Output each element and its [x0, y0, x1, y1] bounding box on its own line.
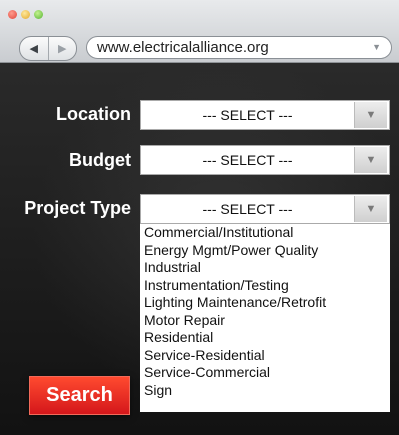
forward-icon[interactable]: ▶ [47, 37, 77, 60]
project-type-label: Project Type [24, 198, 131, 218]
zoom-window-button[interactable] [34, 10, 43, 19]
option-lighting-maintenance[interactable]: Lighting Maintenance/Retrofit [144, 294, 386, 312]
budget-select-value: --- SELECT --- [202, 152, 293, 168]
browser-window: ◀ ▶ www.electricalalliance.org ▼ Locatio… [0, 0, 399, 435]
option-energy-mgmt[interactable]: Energy Mgmt/Power Quality [144, 242, 386, 260]
minimize-window-button[interactable] [21, 10, 30, 19]
location-select[interactable]: --- SELECT --- ▼ [140, 100, 390, 130]
option-commercial-institutional[interactable]: Commercial/Institutional [144, 224, 386, 242]
option-residential[interactable]: Residential [144, 329, 386, 347]
chevron-down-icon[interactable]: ▼ [354, 102, 387, 128]
option-sign[interactable]: Sign [144, 382, 386, 400]
url-text: www.electricalalliance.org [97, 39, 269, 56]
option-instrumentation-testing[interactable]: Instrumentation/Testing [144, 277, 386, 295]
url-dropdown-icon[interactable]: ▼ [372, 37, 381, 58]
budget-select[interactable]: --- SELECT --- ▼ [140, 145, 390, 175]
browser-toolbar: ◀ ▶ www.electricalalliance.org ▼ [0, 0, 399, 63]
address-bar[interactable]: www.electricalalliance.org ▼ [86, 36, 392, 59]
close-window-button[interactable] [8, 10, 17, 19]
nav-buttons: ◀ ▶ [19, 36, 77, 61]
back-icon[interactable]: ◀ [20, 37, 48, 60]
chevron-down-icon[interactable]: ▼ [354, 147, 387, 173]
option-industrial[interactable]: Industrial [144, 259, 386, 277]
project-type-select[interactable]: --- SELECT --- ▼ [140, 194, 390, 224]
option-motor-repair[interactable]: Motor Repair [144, 312, 386, 330]
location-select-value: --- SELECT --- [202, 107, 293, 123]
location-label: Location [56, 104, 131, 124]
budget-label: Budget [69, 150, 131, 170]
chevron-down-icon[interactable]: ▼ [354, 196, 387, 222]
search-button[interactable]: Search [29, 376, 130, 415]
project-type-select-value: --- SELECT --- [202, 201, 293, 217]
option-service-residential[interactable]: Service-Residential [144, 347, 386, 365]
project-type-options-list: Commercial/Institutional Energy Mgmt/Pow… [140, 224, 390, 412]
window-controls [8, 10, 43, 19]
option-service-commercial[interactable]: Service-Commercial [144, 364, 386, 382]
